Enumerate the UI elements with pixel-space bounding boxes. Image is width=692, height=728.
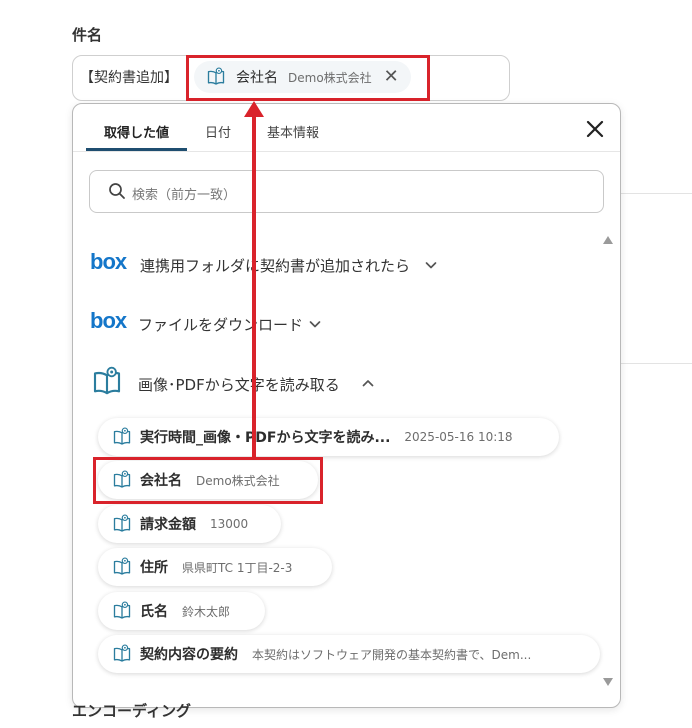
section-header-ocr[interactable]: 画像･PDFから文字を読み取る	[138, 374, 340, 395]
chevron-down-icon[interactable]	[424, 258, 438, 272]
annotation-arrow-shaft	[252, 108, 256, 457]
next-field-label: エンコーディング	[72, 702, 191, 720]
list-item[interactable]: 氏名 鈴木太郎	[98, 592, 265, 630]
book-scan-icon	[112, 557, 132, 577]
book-scan-icon	[112, 514, 132, 534]
subject-prefix-text: 【契約書追加】	[80, 70, 178, 86]
box-logo-icon: box	[90, 308, 127, 333]
item-value: 2025-05-16 10:18	[404, 430, 513, 444]
highlight-box	[186, 55, 430, 101]
chevron-down-icon[interactable]	[308, 317, 322, 331]
scroll-up-arrow[interactable]	[603, 236, 613, 244]
section-header-box-trigger[interactable]: 連携用フォルダに契約書が追加されたら	[140, 255, 410, 276]
background-divider	[621, 193, 692, 194]
item-name: 契約内容の要約	[140, 647, 238, 663]
section-header-box-download[interactable]: ファイルをダウンロード	[138, 314, 303, 335]
list-item[interactable]: 契約内容の要約 本契約はソフトウェア開発の基本契約書で、Dem...	[98, 635, 600, 673]
item-value: 県県町TC 1丁目-2-3	[182, 560, 293, 575]
list-item[interactable]: 実行時間_画像・PDFから文字を読み... 2025-05-16 10:18	[98, 418, 559, 456]
background-divider	[621, 363, 692, 364]
item-name: 氏名	[140, 604, 168, 620]
item-name: 請求金額	[140, 517, 196, 533]
scroll-down-arrow[interactable]	[603, 678, 613, 686]
close-icon[interactable]	[583, 117, 607, 141]
tab-basic-info[interactable]: 基本情報	[267, 122, 319, 141]
book-scan-icon	[112, 644, 132, 664]
item-value: 本契約はソフトウェア開発の基本契約書で、Dem...	[252, 647, 532, 662]
list-item[interactable]: 請求金額 13000	[98, 505, 281, 543]
tab-date[interactable]: 日付	[205, 122, 231, 141]
chevron-up-icon[interactable]	[361, 376, 375, 390]
book-scan-icon	[91, 366, 123, 398]
box-logo-icon: box	[90, 249, 127, 274]
item-value: 13000	[210, 517, 249, 531]
book-scan-icon	[112, 601, 132, 621]
list-item[interactable]: 住所 県県町TC 1丁目-2-3	[98, 548, 332, 586]
search-icon	[109, 183, 125, 199]
field-label: 件名	[72, 26, 103, 44]
tab-acquired-values[interactable]: 取得した値	[104, 122, 169, 141]
search-placeholder: 検索（前方一致）	[132, 188, 237, 203]
highlight-box	[93, 457, 323, 504]
annotation-arrow-head	[244, 101, 264, 117]
item-value: 鈴木太郎	[182, 604, 231, 619]
tab-divider	[73, 151, 620, 152]
item-name: 実行時間_画像・PDFから文字を読み...	[140, 430, 391, 446]
book-scan-icon	[112, 427, 132, 447]
item-name: 住所	[140, 560, 168, 576]
